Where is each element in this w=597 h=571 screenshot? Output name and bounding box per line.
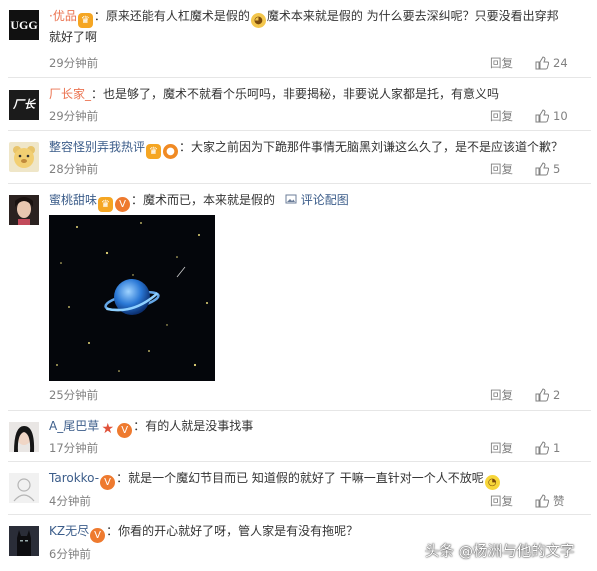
reply-button[interactable]: 回复	[490, 440, 513, 456]
thumbs-up-icon	[535, 388, 549, 402]
comment-text-line: 就好了啊	[49, 27, 97, 48]
reply-button[interactable]: 回复	[490, 108, 513, 124]
like-count: 2	[553, 388, 561, 402]
comment-time: 17分钟前	[49, 441, 99, 455]
like-button[interactable]: 5	[535, 161, 560, 177]
like-button[interactable]: 1	[535, 440, 560, 456]
comment-username[interactable]: ·优品	[49, 9, 77, 23]
avatar[interactable]	[9, 422, 39, 452]
thumbs-up-icon	[535, 56, 549, 70]
comment-2: 厂长 厂长家_：也是够了，魔术不就看个乐呵吗，非要揭秘，非要说人家都是托，有意义…	[0, 78, 597, 131]
reply-button[interactable]: 回复	[490, 55, 513, 71]
avatar[interactable]	[9, 195, 39, 225]
comment-5: A_尾巴草 ★ V ：有的人就是没事找事 17分钟前 回复 1	[0, 411, 597, 462]
comment-text: ：你看的开心就好了呀，管人家是有没有拖呢？	[106, 524, 359, 538]
comment-time: 29分钟前	[49, 109, 99, 123]
comment-1: UGG ·优品 ♛ ：原来还能有人杠魔术是假的 ◕ 魔术本来就是假的 为什么要去深纠呢？…	[0, 0, 597, 78]
comment-text-line: 蜜桃甜味 ♛ V ：魔术而已，本来就是假的 评论配图	[49, 190, 583, 212]
comment-username[interactable]: 蜜桃甜味	[49, 193, 97, 207]
comment-image[interactable]	[49, 215, 215, 381]
v-badge-icon: V	[100, 475, 116, 490]
comment-text-line: A_尾巴草 ★ V ：有的人就是没事找事	[49, 416, 583, 438]
like-count: 1	[553, 441, 561, 455]
comment-username[interactable]: KZ无尽	[49, 524, 89, 538]
comment-username[interactable]: A_尾巴草	[49, 419, 99, 433]
v-badge-icon: V	[90, 528, 106, 543]
picture-link-label: 评论配图	[300, 193, 349, 207]
comment-text: ：魔术而已，本来就是假的	[131, 193, 276, 207]
reply-button[interactable]: 回复	[490, 161, 513, 177]
reply-button[interactable]: 回复	[490, 493, 513, 509]
vip-badge-icon: ♛	[146, 144, 162, 159]
batman-avatar-icon	[9, 526, 39, 556]
comment-picture-link[interactable]: 评论配图	[285, 193, 349, 207]
like-count: 10	[553, 109, 568, 123]
v-badge-icon: V	[115, 197, 131, 212]
comment-6: Tarokko- V ：就是一个魔幻节目而已 知道假的就好了 干嘛一直针对一个人不放…	[0, 462, 597, 515]
like-button[interactable]: 10	[535, 108, 568, 124]
comment-text-line: Tarokko- V ：就是一个魔幻节目而已 知道假的就好了 干嘛一直针对一个人不放…	[49, 468, 583, 490]
v-badge-icon: V	[117, 423, 133, 438]
comment-text: ：大家之前因为下跪那件事情无脑黑刘谦这么久了，是不是应该道个歉？	[179, 140, 564, 154]
like-button[interactable]: 2	[535, 387, 560, 403]
comment-username[interactable]: 厂长家_	[49, 87, 91, 101]
planet-image	[49, 215, 215, 381]
smirk-emoji-icon: ◔	[484, 475, 500, 490]
like-button[interactable]: 赞	[535, 493, 565, 509]
doge-emoji-icon: ◕	[250, 13, 266, 28]
comment-text: ：有的人就是没事找事	[133, 419, 254, 433]
watermark: 头条 @杨洲与他的文字	[425, 544, 575, 560]
default-avatar-icon	[9, 473, 39, 503]
comment-time: 28分钟前	[49, 162, 99, 176]
avatar[interactable]	[9, 473, 39, 503]
avatar[interactable]	[9, 142, 39, 172]
comment-text: ：就是一个魔幻节目而已 知道假的就好了 干嘛一直针对一个人不放呢	[116, 471, 484, 485]
avatar[interactable]	[9, 526, 39, 556]
comment-username[interactable]: 整容怪别弄我热评	[49, 140, 145, 154]
avatar-label: UGG	[10, 18, 38, 32]
comment-text: 魔术本来就是假的 为什么要去深纠呢？只要没看出穿邦	[266, 9, 559, 23]
comment-text: 就好了啊	[49, 30, 98, 44]
like-button[interactable]: 24	[535, 55, 568, 71]
comment-3: 整容怪别弄我热评 ♛ ● ：大家之前因为下跪那件事情无脑黑刘谦这么久了，是不是应该道个…	[0, 131, 597, 184]
portrait-avatar-icon	[9, 422, 39, 452]
thumbs-up-icon	[535, 494, 549, 508]
comment-username[interactable]: Tarokko-	[49, 471, 99, 485]
like-count: 5	[553, 162, 561, 176]
thumbs-up-icon	[535, 441, 549, 455]
portrait-avatar-icon	[9, 195, 39, 225]
vip-badge-icon: ♛	[98, 197, 114, 212]
avatar-label: 厂长	[13, 98, 35, 111]
comment-time: 6分钟前	[49, 547, 91, 561]
comment-text-line: 整容怪别弄我热评 ♛ ● ：大家之前因为下跪那件事情无脑黑刘谦这么久了，是不是应该道个…	[49, 137, 583, 159]
comment-time: 25分钟前	[49, 388, 99, 402]
like-count: 赞	[553, 494, 565, 508]
bear-avatar-icon	[13, 146, 35, 168]
vip-badge-icon: ♛	[77, 13, 93, 28]
star-badge-icon: ★	[100, 421, 116, 437]
comment-text: ：也是够了，魔术不就看个乐呵吗，非要揭秘，非要说人家都是托，有意义吗	[91, 87, 500, 101]
comment-time: 4分钟前	[49, 494, 91, 508]
avatar[interactable]: 厂长	[9, 90, 39, 120]
comment-text-line: ·优品 ♛ ：原来还能有人杠魔术是假的 ◕ 魔术本来就是假的 为什么要去深纠呢？只要没看…	[49, 6, 583, 28]
thumbs-up-icon	[535, 109, 549, 123]
avatar[interactable]: UGG	[9, 10, 39, 40]
reply-button[interactable]: 回复	[490, 387, 513, 403]
comment-text: ：原来还能有人杠魔术是假的	[93, 9, 250, 23]
comment-time: 29分钟前	[49, 56, 99, 70]
comment-text-line: 厂长家_：也是够了，魔术不就看个乐呵吗，非要揭秘，非要说人家都是托，有意义吗	[49, 84, 583, 105]
image-icon	[285, 194, 297, 204]
like-count: 24	[553, 56, 568, 70]
thumbs-up-icon	[535, 162, 549, 176]
fan-badge-icon: ●	[163, 144, 179, 159]
